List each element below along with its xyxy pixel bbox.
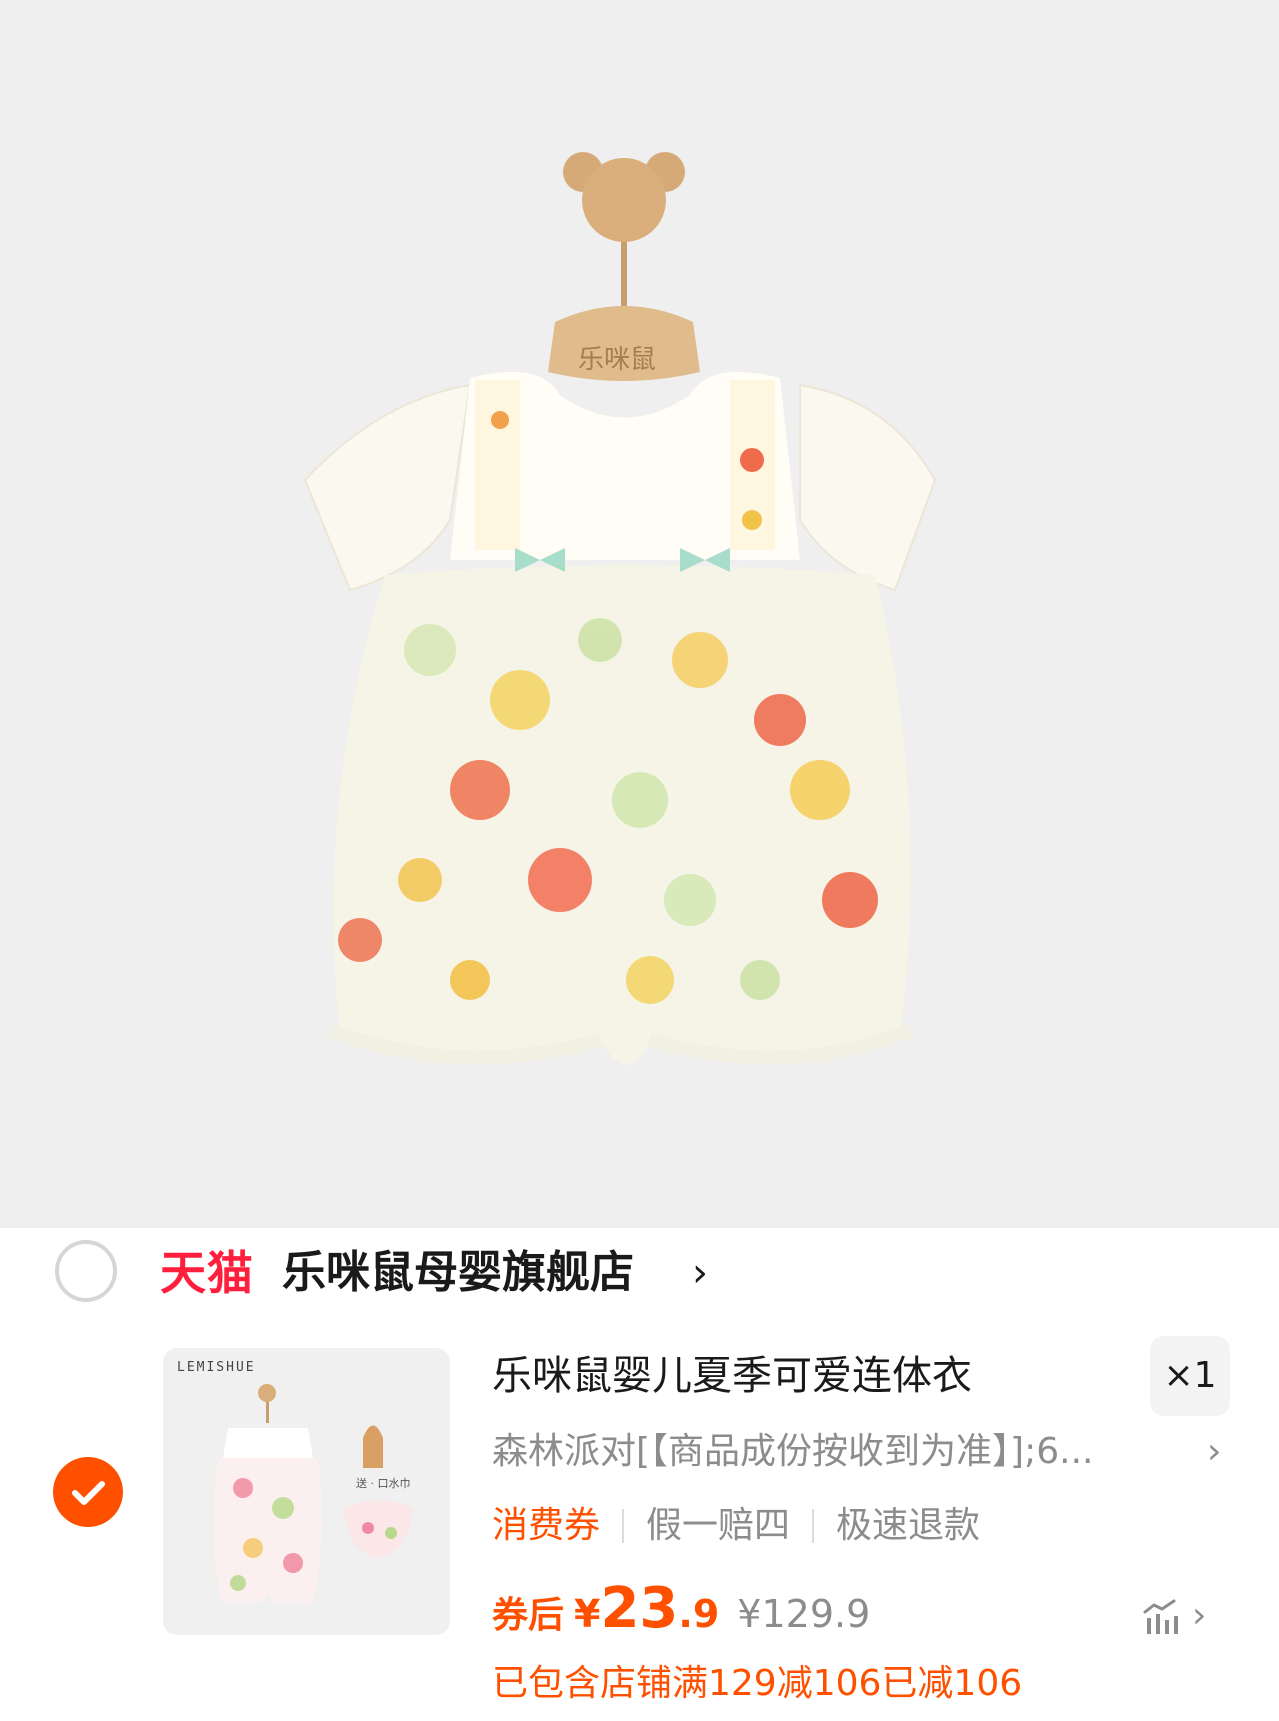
- price-row: 券后 ¥23.9 ¥129.9: [492, 1576, 870, 1646]
- shop-chevron-icon[interactable]: ›: [692, 1243, 708, 1303]
- hanger-brand-text: 乐咪鼠: [578, 345, 656, 375]
- item-select-checkbox[interactable]: [53, 1457, 123, 1527]
- price-decimal: .9: [678, 1592, 720, 1636]
- tag-divider: [622, 1509, 625, 1543]
- price-currency: ¥: [574, 1592, 601, 1636]
- price-trend-icon[interactable]: [1142, 1598, 1182, 1636]
- sku-chevron-icon[interactable]: ›: [1207, 1426, 1221, 1478]
- romper-illustration: 乐咪鼠: [303, 152, 937, 1065]
- sku-selector[interactable]: 森林派对[【商品成份按收到为准】];6...: [492, 1426, 1192, 1478]
- original-price: ¥129.9: [737, 1592, 871, 1636]
- tag-coupon: 消费券: [492, 1505, 601, 1546]
- tag-divider: [812, 1509, 815, 1543]
- promo-discount-text: 已包含店铺满129减106已减106: [492, 1663, 1023, 1704]
- item-title[interactable]: 乐咪鼠婴儿夏季可爱连体衣: [492, 1348, 972, 1404]
- tmall-badge: 天猫: [160, 1246, 254, 1300]
- thumbnail-gift-label: 送 · 口水巾: [356, 1477, 411, 1490]
- after-coupon-label: 券后: [492, 1595, 565, 1636]
- price-integer: 23: [600, 1576, 679, 1641]
- tag-fake-compensation: 假一赔四: [646, 1505, 791, 1546]
- thumbnail-romper-image: [213, 1384, 413, 1603]
- shop-select-radio[interactable]: [55, 1240, 117, 1302]
- trend-chevron-icon[interactable]: ›: [1192, 1590, 1206, 1642]
- item-thumbnail[interactable]: LEMISHUE 送 · 口水巾: [163, 1348, 450, 1635]
- shop-name-link[interactable]: 乐咪鼠母婴旗舰店: [282, 1243, 634, 1303]
- quantity-button[interactable]: ×1: [1150, 1336, 1230, 1416]
- product-hero-image[interactable]: 乐咪鼠: [0, 0, 1279, 1228]
- check-icon: [72, 1481, 105, 1505]
- tag-fast-refund: 极速退款: [836, 1505, 981, 1546]
- service-tags: 消费券 假一赔四 极速退款: [492, 1500, 980, 1552]
